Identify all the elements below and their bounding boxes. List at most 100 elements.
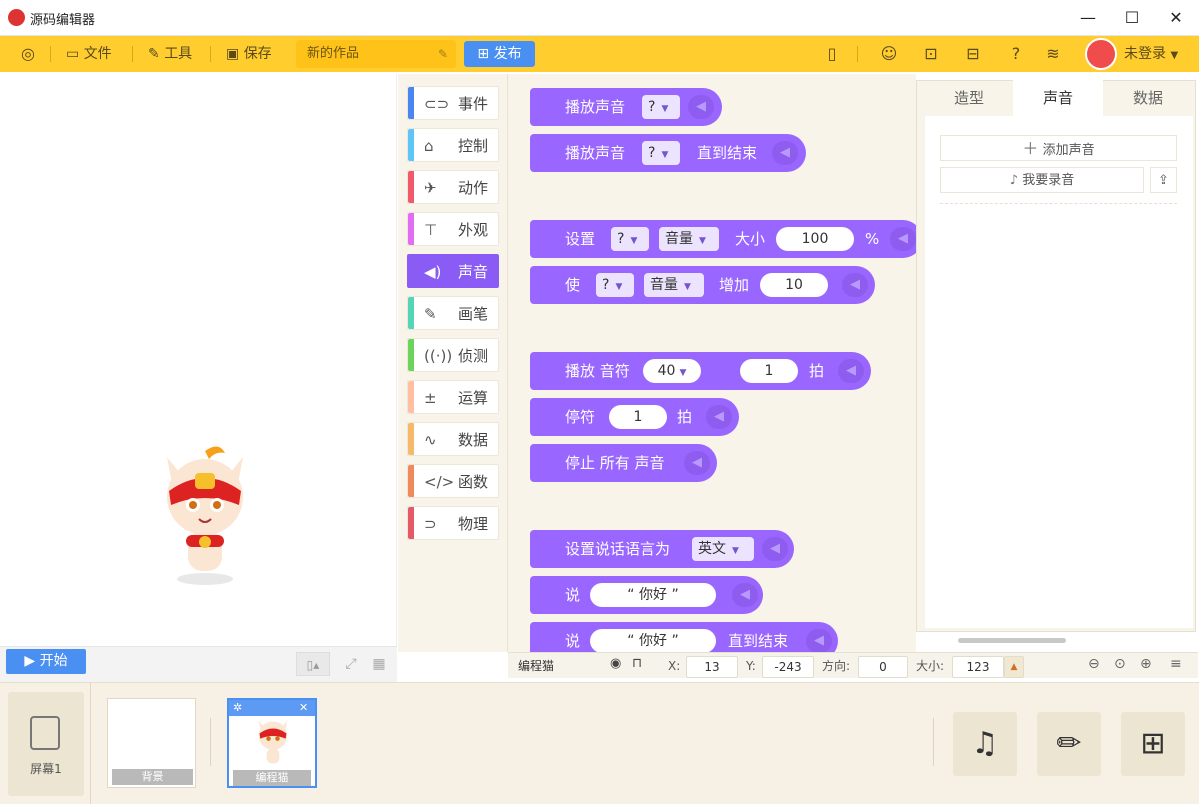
volume-input[interactable]: 100 — [776, 227, 854, 251]
divider — [90, 682, 91, 804]
calculator-icon: ± — [424, 389, 437, 407]
music-note-icon[interactable]: ♫ — [953, 712, 1017, 776]
pencil-icon[interactable]: ✏ — [1037, 712, 1101, 776]
note-input[interactable]: 40 ▼ — [643, 359, 701, 383]
box-icon[interactable]: ⊡ — [919, 36, 943, 72]
x-input[interactable]: 13 — [686, 656, 738, 678]
close-icon[interactable]: ✕ — [299, 701, 308, 714]
expand-icon[interactable]: ▲ — [1004, 656, 1024, 678]
category-item[interactable]: ± 运算 — [407, 380, 499, 414]
category-item[interactable]: ∿ 数据 — [407, 422, 499, 456]
menu-icon[interactable]: ≡ — [1170, 656, 1182, 672]
dropdown-value: ? — [648, 145, 656, 161]
publish-button[interactable]: ⊞ 发布 — [464, 41, 535, 67]
tools-menu[interactable]: ✎ 工具 — [148, 36, 192, 72]
save-button[interactable]: ▣ 保存 — [226, 36, 272, 72]
category-item[interactable]: </> 函数 — [407, 464, 499, 498]
cat-sprite[interactable] — [155, 439, 255, 589]
volume-dropdown[interactable]: 音量 ▼ — [644, 273, 704, 297]
category-color-bar — [408, 465, 414, 497]
sound-dropdown[interactable]: ? ▼ — [642, 95, 680, 119]
say-text-input[interactable]: “ 你好 ” — [590, 629, 716, 652]
eye-icon[interactable]: ◉ — [610, 656, 621, 671]
category-item[interactable]: ✈ 动作 — [407, 170, 499, 204]
say-text-input[interactable]: “ 你好 ” — [590, 583, 716, 607]
login-button[interactable]: 未登录 ▼ — [1124, 36, 1178, 72]
category-item[interactable]: ⌂ 控制 — [407, 128, 499, 162]
project-name-input[interactable]: 新的作品 — [296, 40, 456, 68]
close-button[interactable]: ✕ — [1166, 8, 1186, 28]
category-item[interactable]: ⊂⊃ 事件 — [407, 86, 499, 120]
say-block[interactable]: 说 “ 你好 ” ◀ — [530, 576, 763, 614]
avatar[interactable] — [1085, 38, 1117, 70]
block-label: 直到结束 — [728, 632, 789, 650]
increase-input[interactable]: 10 — [760, 273, 828, 297]
gear-icon[interactable]: ✲ — [233, 701, 242, 714]
play-sound-until-block[interactable]: 播放声音 ? ▼ 直到结束 ◀ — [530, 134, 806, 172]
say-until-block[interactable]: 说 “ 你好 ” 直到结束 ◀ — [530, 622, 838, 652]
file-menu[interactable]: ▭ 文件 — [66, 36, 112, 72]
play-sound-block[interactable]: 播放声音 ? ▼ ◀ — [530, 88, 722, 126]
category-color-bar — [408, 87, 414, 119]
zoom-reset-icon[interactable]: ⊙ — [1114, 656, 1126, 672]
sound-dropdown[interactable]: ? ▼ — [642, 141, 680, 165]
speaker-icon: ◀ — [684, 451, 710, 475]
category-item[interactable]: ✎ 画笔 — [407, 296, 499, 330]
zoom-out-icon[interactable]: ⊖ — [1088, 656, 1100, 672]
zoom-in-icon[interactable]: ⊕ — [1140, 656, 1152, 672]
title-bar — [0, 0, 1199, 36]
y-input[interactable]: -243 — [762, 656, 814, 678]
volume-dropdown[interactable]: 音量 ▼ — [659, 227, 719, 251]
category-item[interactable]: ⊤ 外观 — [407, 212, 499, 246]
category-item[interactable]: ⊃ 物理 — [407, 506, 499, 540]
screen-card[interactable]: 屏幕1 — [8, 692, 84, 796]
stage-canvas[interactable] — [0, 74, 397, 646]
rest-input[interactable]: 1 — [609, 405, 667, 429]
robot-icon[interactable]: ☺ — [877, 36, 901, 72]
category-color-bar — [408, 381, 414, 413]
help-icon[interactable]: ? — [1004, 36, 1028, 72]
globe-icon[interactable]: ◎ — [16, 36, 40, 72]
tab-data[interactable]: 数据 — [1103, 80, 1193, 116]
sprite-card[interactable]: ✲ ✕ 编程猫 — [227, 698, 317, 788]
play-note-block[interactable]: 播放 音符 40 ▼ 1 拍 ◀ — [530, 352, 871, 390]
screen-label: 屏幕1 — [30, 762, 62, 776]
category-item[interactable]: ◀) 声音 — [407, 254, 499, 288]
folder-add-icon[interactable]: ⊞ — [1121, 712, 1185, 776]
change-volume-block[interactable]: 使 ? ▼ 音量 ▼ 增加 10 ◀ — [530, 266, 875, 304]
upload-icon[interactable]: ⇪ — [1150, 167, 1177, 193]
tab-costume[interactable]: 造型 — [925, 80, 1013, 116]
sound-dropdown[interactable]: ? ▼ — [611, 227, 649, 251]
direction-input[interactable]: 0 — [858, 656, 908, 678]
category-item[interactable]: ((·)) 侦测 — [407, 338, 499, 372]
language-dropdown[interactable]: 英文 ▼ — [692, 537, 754, 561]
sound-dropdown[interactable]: ? ▼ — [596, 273, 634, 297]
grid-icon[interactable]: ▦ — [367, 652, 391, 676]
folder-box-icon[interactable]: ⊟ — [961, 36, 985, 72]
background-card[interactable]: 背景 — [107, 698, 196, 788]
block-label: 直到结束 — [697, 144, 758, 162]
category-label: 外观 — [458, 221, 489, 239]
maximize-button[interactable]: ☐ — [1122, 8, 1142, 28]
horizontal-scrollbar[interactable] — [958, 638, 1066, 643]
size-input[interactable]: 123 — [952, 656, 1004, 678]
speaker-icon: ◀ — [762, 537, 788, 561]
stop-all-sounds-block[interactable]: 停止 所有 声音 ◀ — [530, 444, 717, 482]
set-volume-block[interactable]: 设置 ? ▼ 音量 ▼ 大小 100 % ◀ — [530, 220, 916, 258]
set-speech-language-block[interactable]: 设置说话语言为 英文 ▼ ◀ — [530, 530, 794, 568]
speaker-icon: ◀ — [842, 273, 868, 297]
wifi-icon[interactable]: ≋ — [1041, 36, 1065, 72]
tab-sound[interactable]: 声音 — [1013, 80, 1103, 116]
minimize-button[interactable]: — — [1078, 8, 1098, 28]
record-button[interactable]: ♪ 我要录音 — [940, 167, 1144, 193]
rest-block[interactable]: 停符 1 拍 ◀ — [530, 398, 739, 436]
category-color-bar — [408, 129, 414, 161]
start-button[interactable]: ▶ 开始 — [6, 649, 86, 674]
device-icon[interactable]: ▯ — [820, 36, 844, 72]
category-label: 侦测 — [458, 347, 489, 365]
lock-icon[interactable]: ⊓ — [632, 656, 642, 671]
fullscreen-icon[interactable]: ⤢ — [339, 652, 363, 676]
device-select[interactable]: ▯▴ — [296, 652, 330, 676]
beat-input[interactable]: 1 — [740, 359, 798, 383]
add-sound-button[interactable]: ＋ 添加声音 — [940, 135, 1177, 161]
